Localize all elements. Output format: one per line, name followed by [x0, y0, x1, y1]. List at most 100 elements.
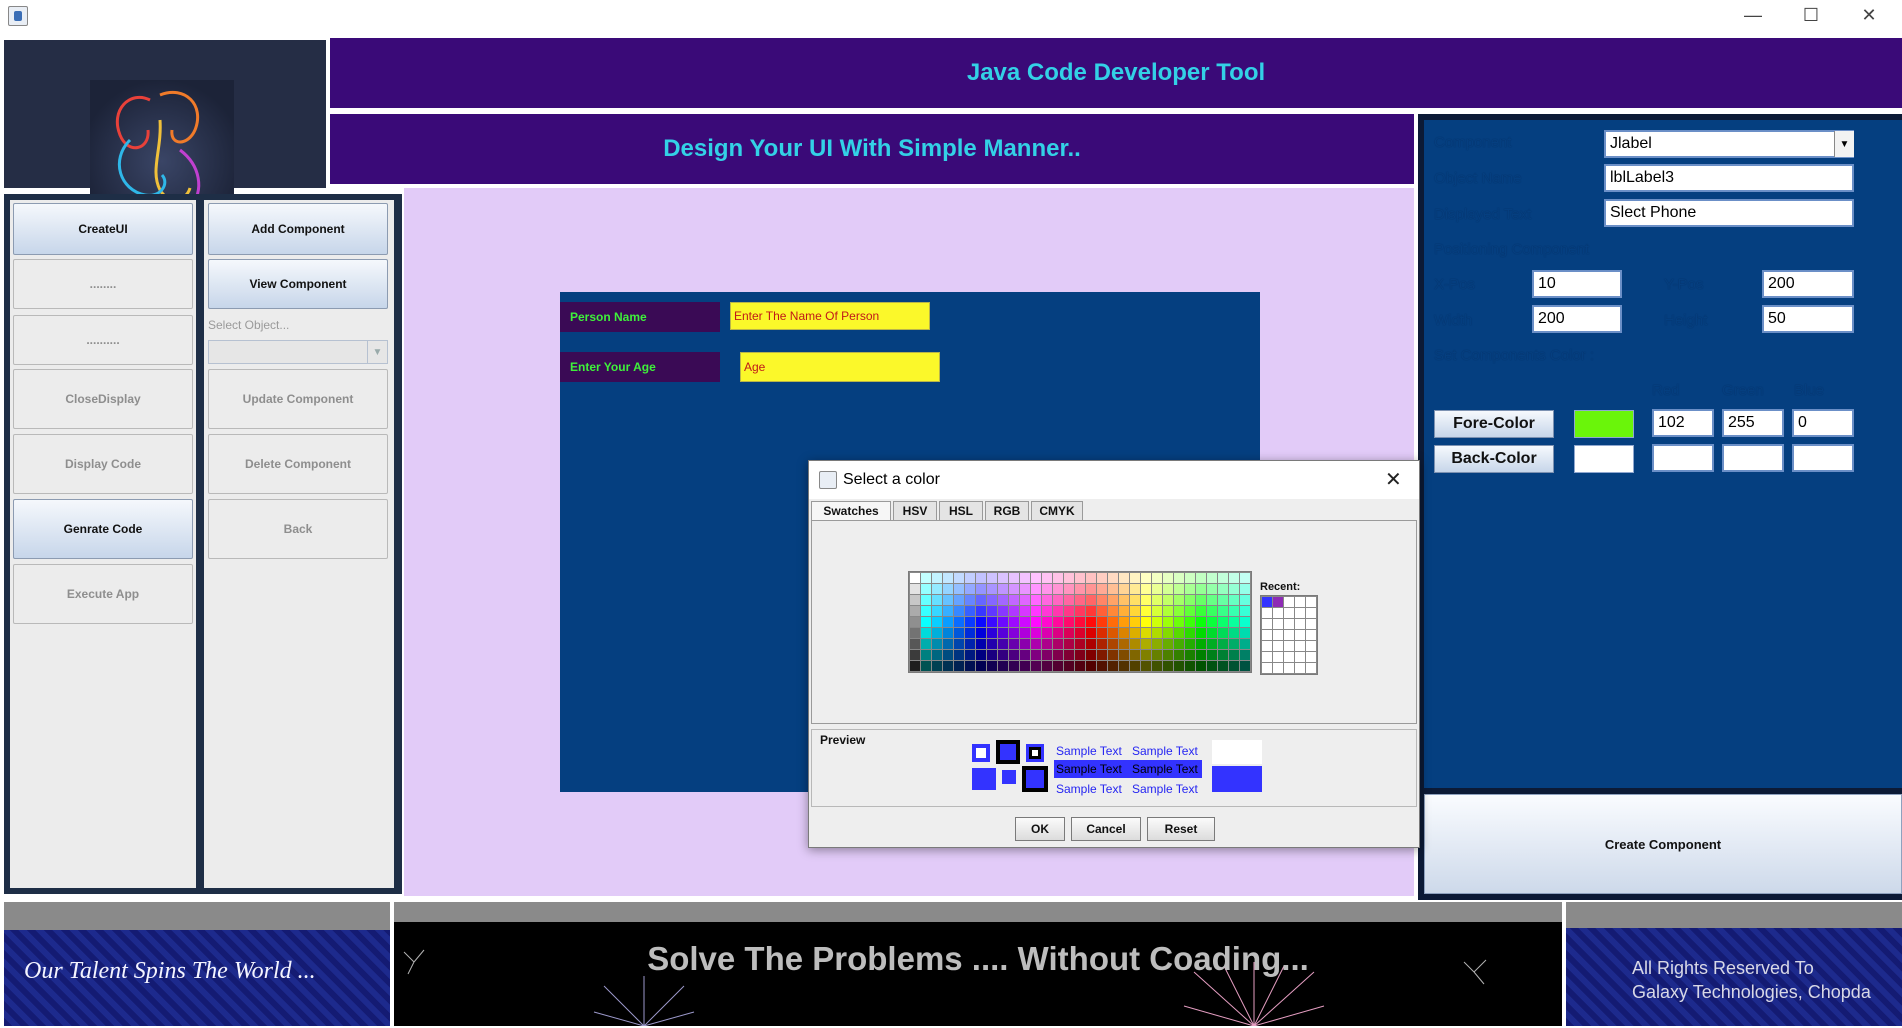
swatch-cell[interactable] — [1130, 584, 1140, 594]
swatch-cell[interactable] — [1174, 595, 1184, 605]
tab-hsv[interactable]: HSV — [893, 501, 937, 521]
swatch-cell[interactable] — [998, 617, 1008, 627]
swatch-cell[interactable] — [1031, 595, 1041, 605]
swatch-cell[interactable] — [976, 606, 986, 616]
swatch-cell[interactable] — [1064, 617, 1074, 627]
swatch-cell[interactable] — [932, 650, 942, 660]
swatch-cell[interactable] — [1174, 606, 1184, 616]
swatch-cell[interactable] — [1152, 661, 1162, 671]
delete-component-button[interactable]: Delete Component — [208, 434, 388, 494]
swatch-cell[interactable] — [976, 639, 986, 649]
swatch-cell[interactable] — [1152, 650, 1162, 660]
swatch-cell[interactable] — [1240, 661, 1250, 671]
swatch-cell[interactable] — [932, 628, 942, 638]
swatch-cell[interactable] — [1031, 584, 1041, 594]
swatch-cell[interactable] — [1130, 606, 1140, 616]
back-blue-input[interactable] — [1792, 444, 1854, 472]
recent-swatch-cell[interactable] — [1273, 608, 1283, 618]
swatch-cell[interactable] — [1218, 595, 1228, 605]
swatch-cell[interactable] — [1053, 639, 1063, 649]
swatch-cell[interactable] — [1097, 606, 1107, 616]
swatch-cell[interactable] — [1053, 617, 1063, 627]
swatch-cell[interactable] — [1218, 650, 1228, 660]
swatch-cell[interactable] — [1229, 628, 1239, 638]
swatch-cell[interactable] — [1086, 617, 1096, 627]
minimize-button[interactable]: — — [1724, 0, 1782, 30]
swatch-cell[interactable] — [1042, 628, 1052, 638]
recent-swatch-cell[interactable] — [1284, 663, 1294, 673]
recent-swatch-cell[interactable] — [1295, 641, 1305, 651]
swatch-cell[interactable] — [1020, 650, 1030, 660]
recent-swatch-cell[interactable] — [1295, 608, 1305, 618]
swatch-cell[interactable] — [1207, 606, 1217, 616]
swatch-cell[interactable] — [1108, 595, 1118, 605]
swatch-cell[interactable] — [943, 639, 953, 649]
swatch-cell[interactable] — [921, 639, 931, 649]
swatch-cell[interactable] — [1020, 661, 1030, 671]
swatch-cell[interactable] — [932, 584, 942, 594]
swatch-cell[interactable] — [1141, 584, 1151, 594]
swatch-cell[interactable] — [1218, 639, 1228, 649]
swatch-cell[interactable] — [1009, 573, 1019, 583]
swatch-cell[interactable] — [1152, 606, 1162, 616]
swatch-cell[interactable] — [1130, 628, 1140, 638]
swatch-cell[interactable] — [1130, 595, 1140, 605]
recent-swatch-cell[interactable] — [1284, 652, 1294, 662]
swatch-cell[interactable] — [1119, 573, 1129, 583]
recent-swatch-cell[interactable] — [1284, 619, 1294, 629]
ypos-input[interactable]: 200 — [1762, 270, 1854, 298]
swatch-cell[interactable] — [954, 617, 964, 627]
swatch-cell[interactable] — [954, 639, 964, 649]
swatch-cell[interactable] — [976, 584, 986, 594]
cancel-button[interactable]: Cancel — [1071, 817, 1141, 841]
swatch-cell[interactable] — [1097, 661, 1107, 671]
swatch-cell[interactable] — [998, 595, 1008, 605]
swatch-cell[interactable] — [1086, 639, 1096, 649]
swatch-cell[interactable] — [943, 661, 953, 671]
swatch-cell[interactable] — [1163, 639, 1173, 649]
swatch-cell[interactable] — [965, 584, 975, 594]
swatch-cell[interactable] — [1119, 606, 1129, 616]
display-code-button[interactable]: Display Code — [13, 434, 193, 494]
swatch-cell[interactable] — [1119, 661, 1129, 671]
swatch-cell[interactable] — [1064, 639, 1074, 649]
swatch-cell[interactable] — [976, 661, 986, 671]
swatch-cell[interactable] — [943, 595, 953, 605]
placeholder-button-2[interactable]: .......... — [13, 315, 193, 365]
swatch-cell[interactable] — [998, 584, 1008, 594]
swatch-cell[interactable] — [1042, 584, 1052, 594]
swatch-cell[interactable] — [1152, 628, 1162, 638]
recent-swatch-cell[interactable] — [1262, 663, 1272, 673]
tab-rgb[interactable]: RGB — [985, 501, 1029, 521]
swatch-cell[interactable] — [1064, 573, 1074, 583]
recent-swatch-cell[interactable] — [1306, 641, 1316, 651]
generate-code-button[interactable]: Genrate Code — [13, 499, 193, 559]
canvas-textfield-age[interactable]: Age — [740, 352, 940, 382]
swatch-cell[interactable] — [921, 617, 931, 627]
swatch-cell[interactable] — [1097, 628, 1107, 638]
recent-swatch-cell[interactable] — [1295, 663, 1305, 673]
swatch-cell[interactable] — [1240, 606, 1250, 616]
swatch-cell[interactable] — [1042, 595, 1052, 605]
swatch-cell[interactable] — [1185, 639, 1195, 649]
swatch-cell[interactable] — [921, 573, 931, 583]
swatch-cell[interactable] — [998, 628, 1008, 638]
swatch-cell[interactable] — [998, 606, 1008, 616]
swatch-cell[interactable] — [1064, 628, 1074, 638]
swatch-cell[interactable] — [1229, 595, 1239, 605]
swatch-cell[interactable] — [1152, 584, 1162, 594]
swatch-cell[interactable] — [1064, 661, 1074, 671]
swatch-cell[interactable] — [1042, 639, 1052, 649]
tab-hsl[interactable]: HSL — [939, 501, 983, 521]
swatch-cell[interactable] — [1229, 573, 1239, 583]
recent-swatch-cell[interactable] — [1273, 652, 1283, 662]
swatch-cell[interactable] — [1207, 617, 1217, 627]
recent-swatch-cell[interactable] — [1273, 663, 1283, 673]
swatch-cell[interactable] — [1196, 628, 1206, 638]
displayed-text-input[interactable]: Slect Phone — [1604, 199, 1854, 227]
tab-swatches[interactable]: Swatches — [811, 501, 891, 521]
recent-swatch-cell[interactable] — [1262, 597, 1272, 607]
swatch-cell[interactable] — [943, 584, 953, 594]
swatch-cell[interactable] — [1240, 617, 1250, 627]
swatch-cell[interactable] — [1141, 639, 1151, 649]
